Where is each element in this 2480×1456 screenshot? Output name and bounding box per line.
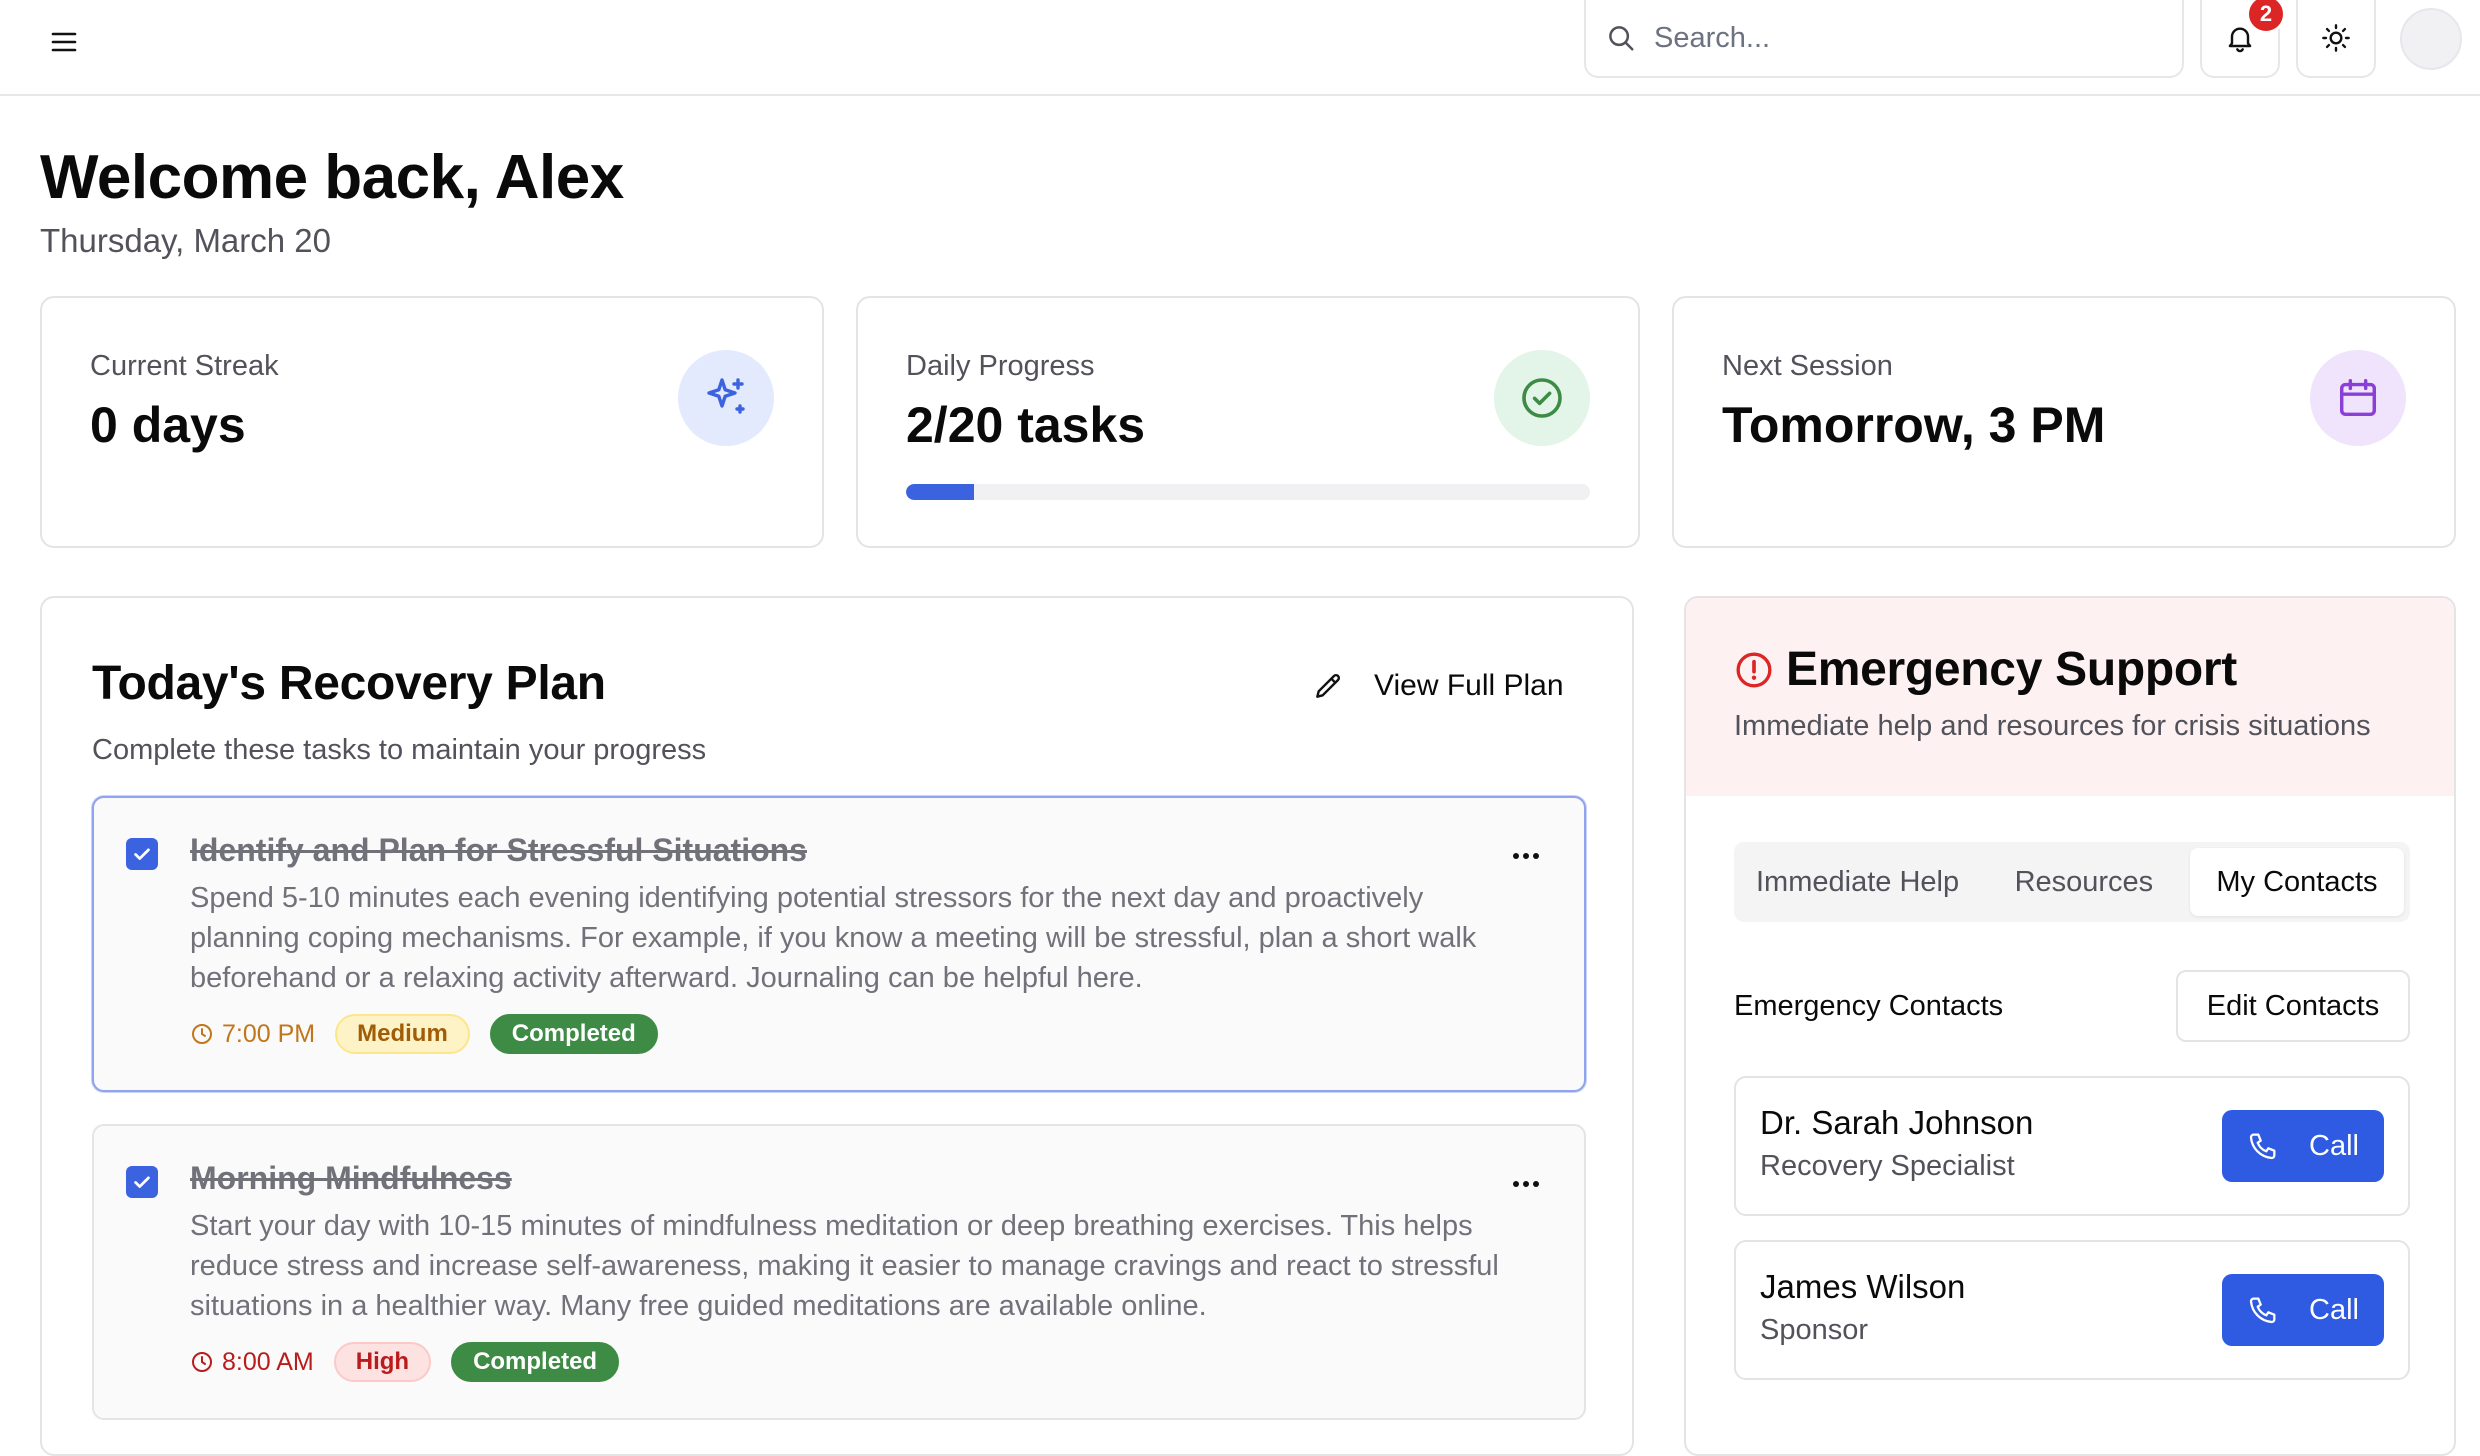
task-description: Spend 5-10 minutes each evening identify… (190, 882, 1477, 994)
view-full-plan-button[interactable]: View Full Plan (1312, 658, 1564, 714)
task-meta: 7:00 PM Medium Completed (190, 1014, 658, 1054)
status-badge: Completed (489, 1014, 658, 1054)
alert-circle-icon (1734, 650, 1774, 690)
top-bar: 2 (0, 0, 2480, 96)
task-description: Start your day with 10-15 minutes of min… (190, 1210, 1499, 1322)
tab-resources[interactable]: Resources (1984, 848, 2184, 916)
clock-icon (190, 1350, 214, 1374)
plan-title: Today's Recovery Plan (92, 657, 606, 710)
contact-role: Sponsor (1760, 1314, 1869, 1346)
emergency-title: Emergency Support (1786, 643, 2237, 696)
task-title: Identify and Plan for Stressful Situatio… (190, 832, 807, 868)
menu-icon[interactable] (44, 22, 84, 62)
more-options-icon[interactable] (1506, 1170, 1546, 1198)
search-box[interactable] (1584, 0, 2184, 78)
stat-label: Next Session (1722, 350, 1893, 382)
progress-card: Daily Progress 2/20 tasks (856, 296, 1640, 548)
recovery-plan-card: Today's Recovery Plan Complete these tas… (40, 596, 1634, 1456)
task-checkbox[interactable] (126, 838, 158, 870)
contact-name: James Wilson (1760, 1268, 1966, 1305)
notification-badge: 2 (2246, 0, 2286, 34)
task-card[interactable]: Identify and Plan for Stressful Situatio… (92, 796, 1586, 1092)
contact-name: Dr. Sarah Johnson (1760, 1104, 2034, 1141)
emergency-support-card: Emergency Support Immediate help and res… (1684, 596, 2456, 1456)
sparkles-icon (678, 350, 774, 446)
check-circle-icon (1494, 350, 1590, 446)
search-icon (1606, 23, 1636, 53)
priority-badge: High (333, 1342, 432, 1382)
task-time: 7:00 PM (190, 1020, 315, 1049)
emergency-header: Emergency Support Immediate help and res… (1686, 598, 2454, 796)
task-title: Morning Mindfulness (190, 1160, 512, 1196)
streak-card: Current Streak 0 days (40, 296, 824, 548)
plan-subtitle: Complete these tasks to maintain your pr… (92, 734, 707, 766)
emergency-tabs: Immediate Help Resources My Contacts (1734, 842, 2410, 922)
emergency-subtitle: Immediate help and resources for crisis … (1734, 710, 2371, 742)
stat-value: 2/20 tasks (906, 397, 1146, 453)
call-label: Call (2309, 1293, 2359, 1326)
next-session-card: Next Session Tomorrow, 3 PM (1672, 296, 2456, 548)
task-time-label: 8:00 AM (222, 1347, 314, 1376)
progress-bar (906, 484, 1590, 500)
stat-value: 0 days (90, 397, 246, 453)
stat-value: Tomorrow, 3 PM (1722, 397, 2106, 453)
stat-label: Daily Progress (906, 350, 1095, 382)
more-options-icon[interactable] (1506, 842, 1546, 870)
task-meta: 8:00 AM High Completed (190, 1342, 620, 1382)
sun-icon (2320, 22, 2352, 54)
contact-card: Dr. Sarah Johnson Recovery Specialist Ca… (1734, 1076, 2410, 1216)
clock-icon (190, 1022, 214, 1046)
emergency-contacts-label: Emergency Contacts (1734, 990, 2004, 1022)
edit-contacts-button[interactable]: Edit Contacts (2176, 970, 2410, 1042)
call-button[interactable]: Call (2222, 1274, 2384, 1346)
tab-my-contacts[interactable]: My Contacts (2189, 848, 2404, 916)
phone-icon (2247, 1294, 2279, 1326)
pencil-icon (1312, 670, 1344, 702)
task-card[interactable]: Morning Mindfulness Start your day with … (92, 1124, 1586, 1420)
theme-toggle-button[interactable] (2296, 0, 2376, 78)
search-input[interactable] (1652, 20, 2152, 56)
view-full-plan-label: View Full Plan (1374, 669, 1564, 702)
page-date: Thursday, March 20 (40, 222, 332, 259)
call-label: Call (2309, 1129, 2359, 1162)
priority-badge: Medium (335, 1014, 470, 1054)
stat-label: Current Streak (90, 350, 279, 382)
phone-icon (2247, 1130, 2279, 1162)
task-checkbox[interactable] (126, 1166, 158, 1198)
call-button[interactable]: Call (2222, 1110, 2384, 1182)
user-avatar[interactable] (2400, 8, 2462, 70)
contact-role: Recovery Specialist (1760, 1150, 2015, 1182)
status-badge: Completed (451, 1342, 620, 1382)
task-time: 8:00 AM (190, 1348, 314, 1377)
task-time-label: 7:00 PM (222, 1019, 316, 1048)
calendar-icon (2310, 350, 2406, 446)
page-title: Welcome back, Alex (40, 143, 624, 212)
progress-fill (906, 484, 975, 500)
contact-card: James Wilson Sponsor Call (1734, 1240, 2410, 1380)
tab-immediate-help[interactable]: Immediate Help (1740, 848, 1978, 916)
